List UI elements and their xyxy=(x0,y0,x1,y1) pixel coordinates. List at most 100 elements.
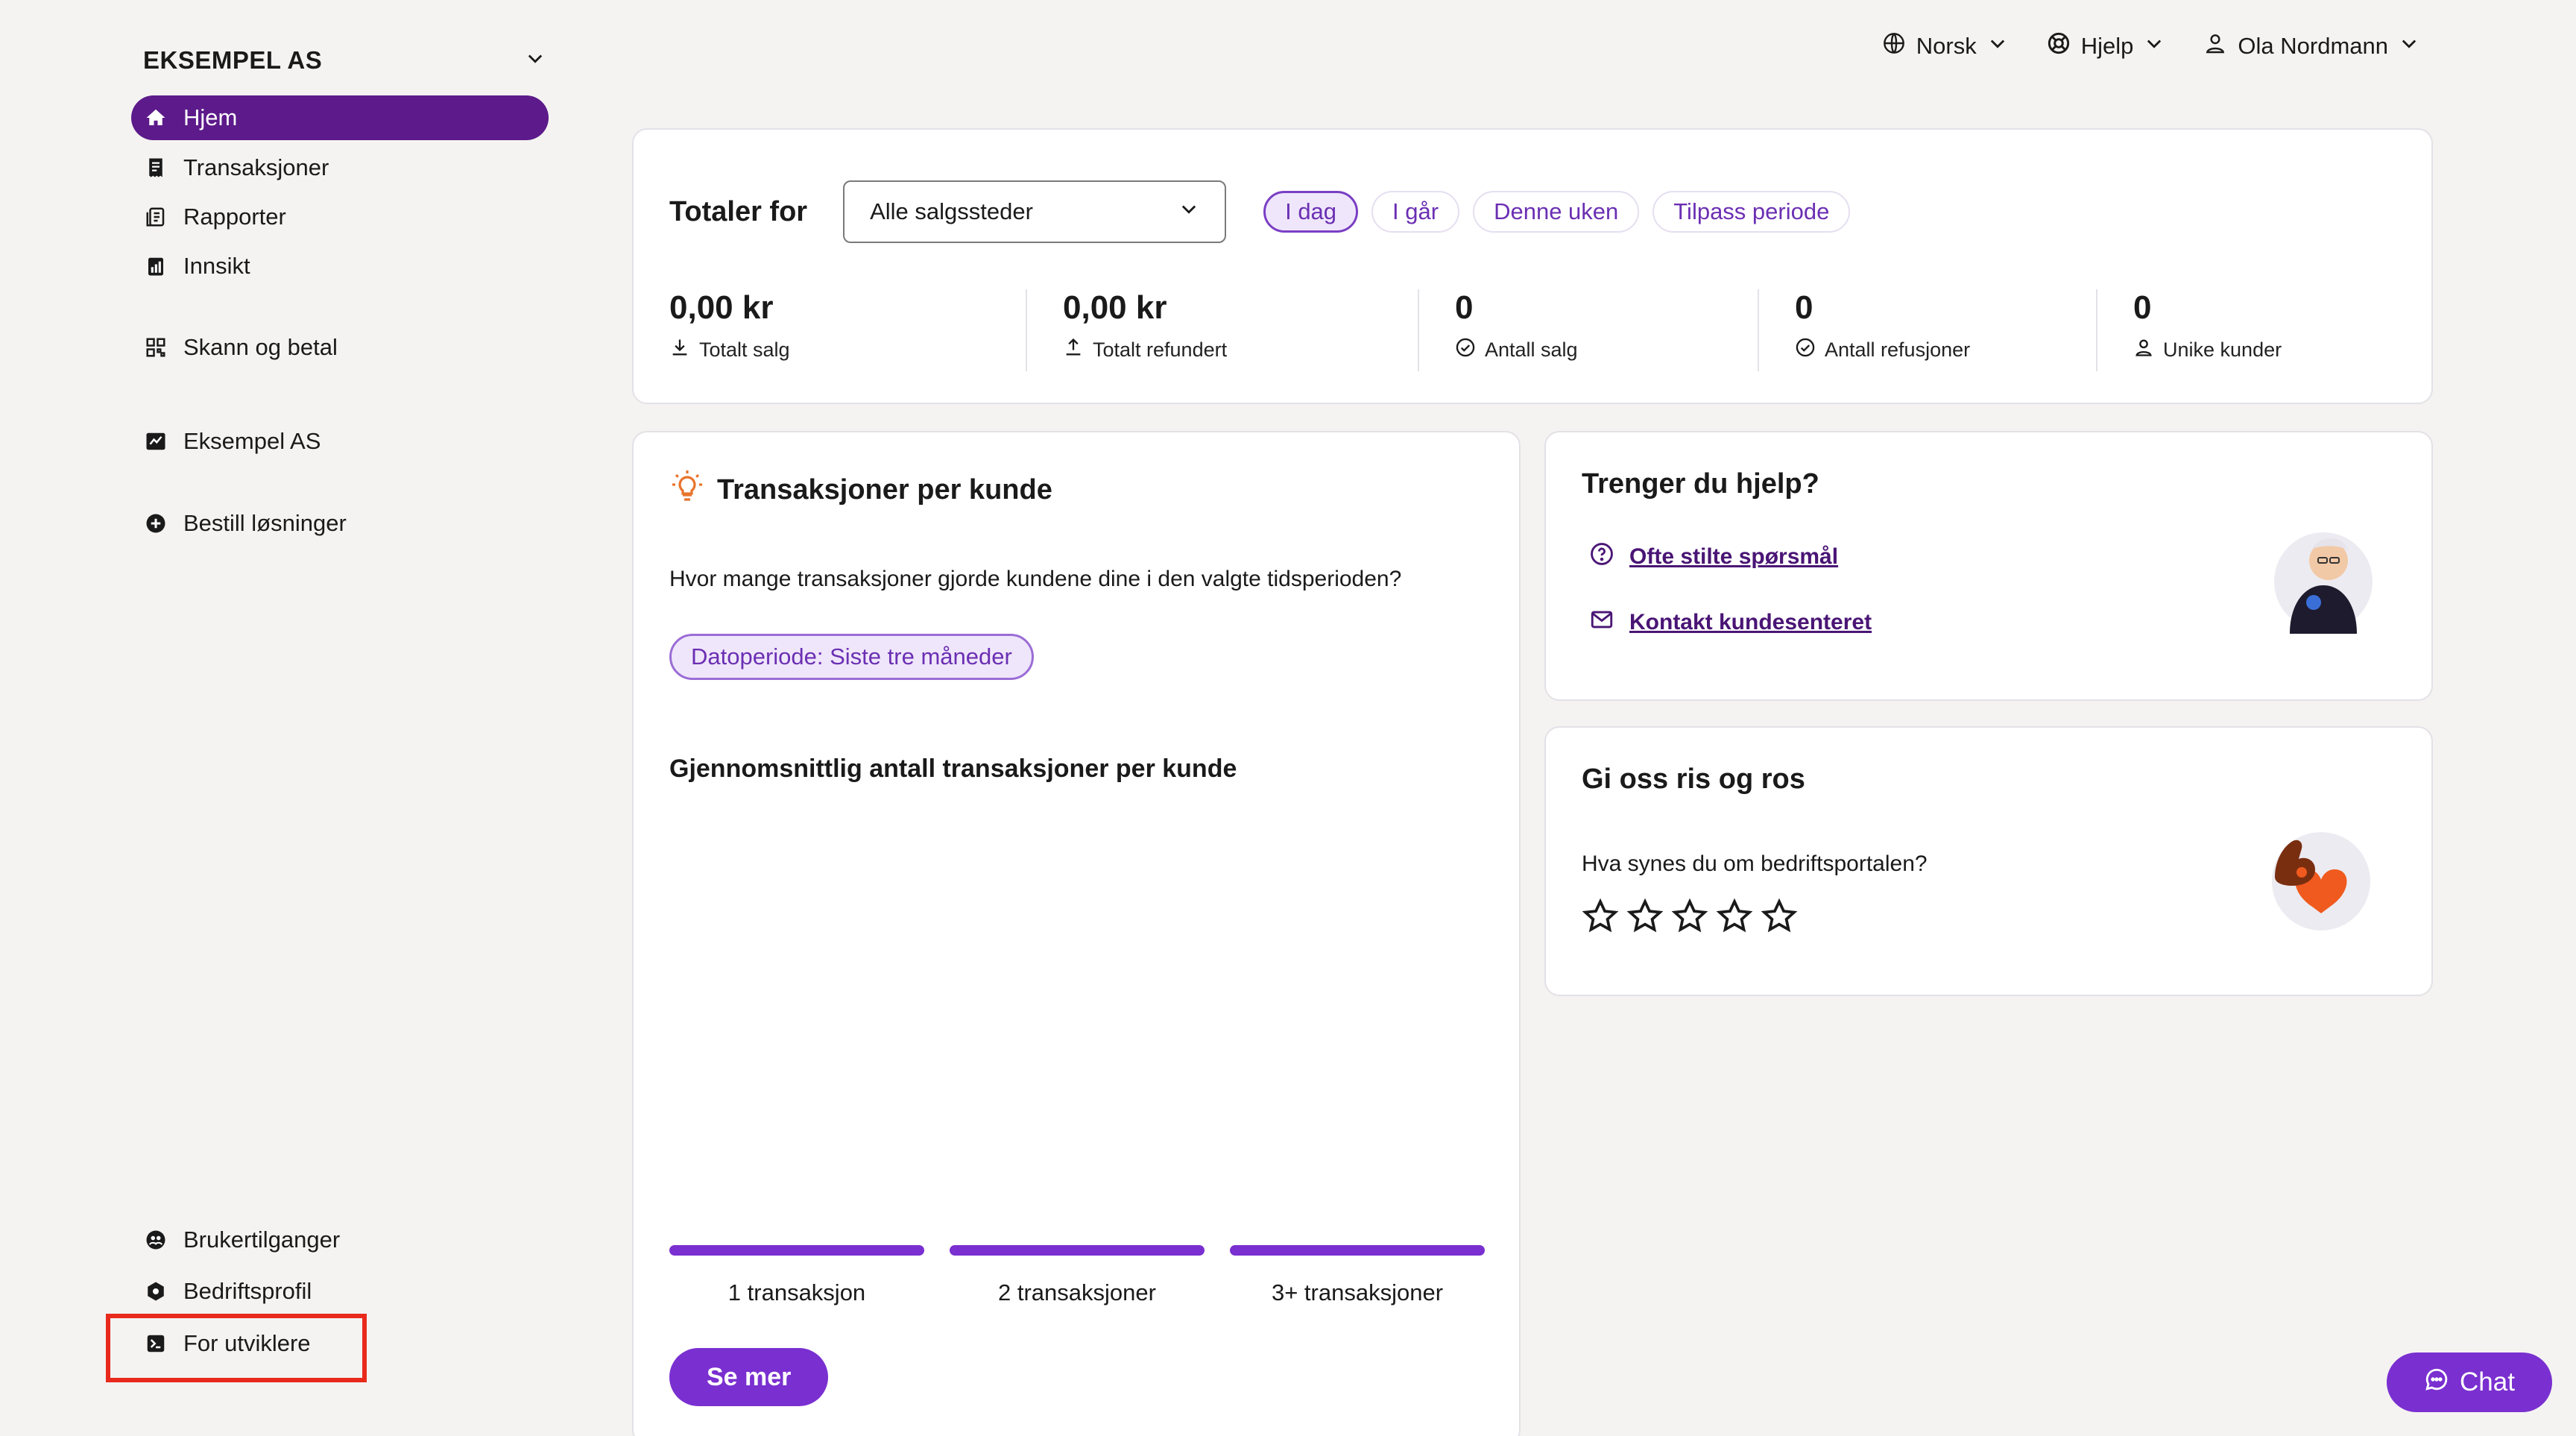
sidebar-item-bedriftsprofil[interactable]: Bedriftsprofil xyxy=(131,1269,549,1314)
sidebar-item-eksempel-as[interactable]: Eksempel AS xyxy=(131,419,549,464)
card-title: Gi oss ris og ros xyxy=(1582,763,1805,795)
star-icon-1[interactable] xyxy=(1582,898,1619,939)
period-filter: I dag I går Denne uken Tilpass periode xyxy=(1263,191,1851,233)
star-rating xyxy=(1582,898,1798,939)
sidebar-item-label: Rapporter xyxy=(183,204,286,230)
card-title: Trenger du hjelp? xyxy=(1582,468,1819,500)
chevron-down-icon xyxy=(2144,33,2165,60)
sidebar-item-bestill-losninger[interactable]: Bestill løsninger xyxy=(131,501,549,546)
insight-icon xyxy=(143,253,168,279)
stat-totalt-salg: 0,00 kr Totalt salg xyxy=(669,289,1026,371)
bar-label: 3+ transaksjoner xyxy=(1271,1279,1444,1306)
bar xyxy=(950,1245,1205,1256)
stat-label: Totalt salg xyxy=(699,338,790,361)
stat-value: 0 xyxy=(1455,289,1474,326)
chat-bubble-icon xyxy=(2424,1367,2449,1399)
plus-circle-icon xyxy=(143,511,168,536)
feedback-question: Hva synes du om bedriftsportalen? xyxy=(1582,851,1928,876)
lightbulb-icon xyxy=(669,468,705,511)
sidebar-item-label: Bestill løsninger xyxy=(183,510,347,536)
lifebuoy-icon xyxy=(2047,31,2071,61)
date-period-chip[interactable]: Datoperiode: Siste tre måneder xyxy=(669,634,1034,680)
stat-totalt-refundert: 0,00 kr Totalt refundert xyxy=(1026,289,1418,371)
period-pill-denne-uken[interactable]: Denne uken xyxy=(1473,191,1640,233)
location-select[interactable]: Alle salgssteder xyxy=(843,180,1227,243)
qr-icon xyxy=(143,335,168,360)
help-label: Hjelp xyxy=(2080,33,2134,59)
period-pill-tilpass-periode[interactable]: Tilpass periode xyxy=(1652,191,1851,233)
period-pill-i-dag[interactable]: I dag xyxy=(1263,191,1359,233)
stat-label: Antall refusjoner xyxy=(1825,338,1971,361)
user-menu[interactable]: Ola Nordmann xyxy=(2203,31,2419,61)
mail-icon xyxy=(1589,607,1614,638)
bar-2-transaksjoner: 2 transaksjoner xyxy=(950,1245,1205,1306)
question-circle-icon xyxy=(1589,541,1614,573)
star-icon-4[interactable] xyxy=(1716,898,1753,939)
sidebar-item-brukertilganger[interactable]: Brukertilganger xyxy=(131,1218,549,1262)
sidebar-item-hjem[interactable]: Hjem xyxy=(131,95,549,140)
user-name: Ola Nordmann xyxy=(2238,33,2388,59)
stat-value: 0,00 kr xyxy=(1063,289,1167,326)
download-icon xyxy=(669,337,690,363)
user-icon xyxy=(2133,337,2154,363)
bar-label: 2 transaksjoner xyxy=(998,1279,1156,1306)
stats-row: 0,00 kr Totalt salg 0,00 kr Totalt refun… xyxy=(669,289,2396,371)
help-card: Trenger du hjelp? Ofte stilte spørsmål K… xyxy=(1544,431,2433,701)
sidebar-item-skann-og-betal[interactable]: Skann og betal xyxy=(131,325,549,370)
bar-1-transaksjon: 1 transaksjon xyxy=(669,1245,924,1306)
store-icon xyxy=(143,429,168,454)
star-icon-5[interactable] xyxy=(1761,898,1798,939)
sidebar-item-label: Transaksjoner xyxy=(183,154,329,180)
chart-subtitle: Gjennomsnittlig antall transaksjoner per… xyxy=(669,755,1237,783)
help-menu[interactable]: Hjelp xyxy=(2047,31,2165,61)
star-icon-2[interactable] xyxy=(1626,898,1664,939)
chat-label: Chat xyxy=(2460,1367,2515,1396)
chevron-down-icon xyxy=(2399,33,2419,60)
stat-antall-refusjoner: 0 Antall refusjoner xyxy=(1758,289,2096,371)
contact-support-link[interactable]: Kontakt kundesenteret xyxy=(1589,607,1872,638)
card-title: Transaksjoner per kunde xyxy=(717,473,1052,506)
globe-icon xyxy=(1882,31,1906,61)
sidebar-item-label: Brukertilganger xyxy=(183,1226,341,1253)
top-bar: Norsk Hjelp Ola Nordmann xyxy=(1882,27,2419,66)
language-menu[interactable]: Norsk xyxy=(1882,31,2008,61)
stat-label: Antall salg xyxy=(1485,338,1578,361)
user-icon xyxy=(2203,31,2227,61)
faq-link[interactable]: Ofte stilte spørsmål xyxy=(1589,541,1838,573)
highlight-box xyxy=(106,1314,367,1382)
contact-support-label: Kontakt kundesenteret xyxy=(1629,610,1872,634)
stat-antall-salg: 0 Antall salg xyxy=(1418,289,1758,371)
chevron-down-icon xyxy=(1178,198,1199,225)
sidebar-item-label: Innsikt xyxy=(183,253,250,279)
see-more-button[interactable]: Se mer xyxy=(669,1348,829,1406)
sidebar-item-label: Hjem xyxy=(183,104,238,130)
totals-card: Totaler for Alle salgssteder I dag I går… xyxy=(632,128,2433,404)
stat-value: 0 xyxy=(2133,289,2152,326)
sidebar-item-label: Eksempel AS xyxy=(183,428,321,454)
transactions-per-customer-card: Transaksjoner per kunde Hvor mange trans… xyxy=(632,431,1521,1436)
sidebar-item-transaksjoner[interactable]: Transaksjoner xyxy=(131,145,549,190)
period-pill-i-gar[interactable]: I går xyxy=(1371,191,1460,233)
feedback-card: Gi oss ris og ros Hva synes du om bedrif… xyxy=(1544,726,2433,996)
report-icon xyxy=(143,204,168,230)
sidebar-item-label: Skann og betal xyxy=(183,334,338,360)
bar-label: 1 transaksjon xyxy=(727,1279,866,1306)
chat-button[interactable]: Chat xyxy=(2387,1352,2552,1412)
sidebar-item-rapporter[interactable]: Rapporter xyxy=(131,195,549,239)
company-switcher[interactable]: EKSEMPEL AS xyxy=(143,42,546,79)
upload-icon xyxy=(1063,337,1084,363)
faq-link-label: Ofte stilte spørsmål xyxy=(1629,544,1839,569)
stat-label: Totalt refundert xyxy=(1093,338,1228,361)
sidebar-item-label: Bedriftsprofil xyxy=(183,1278,312,1304)
stat-value: 0 xyxy=(1795,289,1813,326)
sidebar-item-innsikt[interactable]: Innsikt xyxy=(131,244,549,289)
bar xyxy=(1230,1245,1485,1256)
stat-label: Unike kunder xyxy=(2163,338,2282,361)
language-label: Norsk xyxy=(1916,33,1977,59)
chevron-down-icon xyxy=(525,46,546,75)
star-icon-3[interactable] xyxy=(1671,898,1708,939)
support-person-illustration xyxy=(2267,522,2379,645)
totals-title: Totaler for xyxy=(669,195,808,227)
location-select-value: Alle salgssteder xyxy=(870,198,1033,224)
stat-unike-kunder: 0 Unike kunder xyxy=(2096,289,2394,371)
